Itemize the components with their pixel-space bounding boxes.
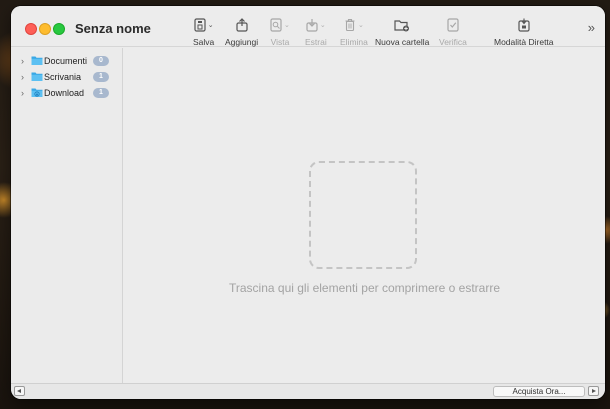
folder-icon [31,72,43,81]
chevron-down-icon: ⌄ [207,22,214,29]
expand-panel-button[interactable] [588,386,599,396]
zoom-window-button[interactable] [53,23,65,35]
delete-button[interactable]: ⌄ Elimina [340,17,368,47]
new-folder-button[interactable]: Nuova cartella [375,17,429,47]
direct-mode-icon [518,18,530,32]
app-window: Senza nome ⌄ Salva Aggiungi ⌄ Vista ⌄ Es… [11,6,605,399]
item-count-badge: 0 [93,56,109,66]
extract-button[interactable]: ⌄ Estrai [305,17,327,47]
new-folder-label: Nuova cartella [375,37,430,47]
disclosure-chevron-icon[interactable]: › [21,56,24,66]
verify-check-icon [447,18,459,32]
add-archive-icon [235,18,248,32]
archive-content-area[interactable]: Trascina qui gli elementi per comprimere… [124,48,605,383]
item-count-badge: 1 [93,72,109,82]
title-bar: Senza nome ⌄ Salva Aggiungi ⌄ Vista ⌄ Es… [11,6,605,47]
sidebar-item-download[interactable]: › Download 1 [11,85,123,101]
close-window-button[interactable] [25,23,37,35]
minimize-window-button[interactable] [39,23,51,35]
collapse-sidebar-button[interactable] [14,386,25,396]
status-bar: Acquista Ora... [11,383,605,399]
disclosure-chevron-icon[interactable]: › [21,88,24,98]
verify-label: Verifica [439,37,467,47]
view-button[interactable]: ⌄ Vista [270,17,290,47]
add-label: Aggiungi [225,37,259,47]
chevron-down-icon: ⌄ [358,22,364,29]
save-button[interactable]: ⌄ Salva [193,17,214,47]
save-archive-icon [194,18,206,32]
toolbar-overflow-button[interactable]: » [588,20,595,35]
direct-mode-label: Modalità Diretta [494,37,554,47]
download-folder-icon [31,88,43,97]
extract-label: Estrai [305,37,327,47]
disclosure-chevron-icon[interactable]: › [21,72,24,82]
add-button[interactable]: Aggiungi [225,17,258,47]
view-magnifier-icon [270,18,282,32]
sidebar-item-scrivania[interactable]: › Scrivania 1 [11,69,123,85]
verify-button[interactable]: Verifica [439,17,467,47]
extract-archive-icon [306,19,318,32]
sidebar-item-label: Scrivania [44,72,82,82]
buy-now-button[interactable]: Acquista Ora... [493,386,585,397]
sidebar: › Documenti 0 › Scrivania 1 › Download 1 [11,48,123,383]
drop-hint-text: Trascina qui gli elementi per comprimere… [229,281,500,295]
chevron-down-icon: ⌄ [284,22,290,29]
view-label: Vista [270,37,290,47]
sidebar-item-label: Download [44,88,85,98]
new-folder-icon [394,20,410,32]
folder-icon [31,56,43,65]
direct-mode-button[interactable]: Modalità Diretta [494,17,554,47]
chevron-down-icon: ⌄ [319,22,326,29]
sidebar-item-documenti[interactable]: › Documenti 0 [11,53,123,69]
drop-zone[interactable] [309,161,417,269]
save-label: Salva [193,37,215,47]
delete-label: Elimina [340,37,368,47]
window-title: Senza nome [75,21,151,36]
trash-icon [345,18,355,32]
item-count-badge: 1 [93,88,109,98]
sidebar-item-label: Documenti [44,56,88,66]
